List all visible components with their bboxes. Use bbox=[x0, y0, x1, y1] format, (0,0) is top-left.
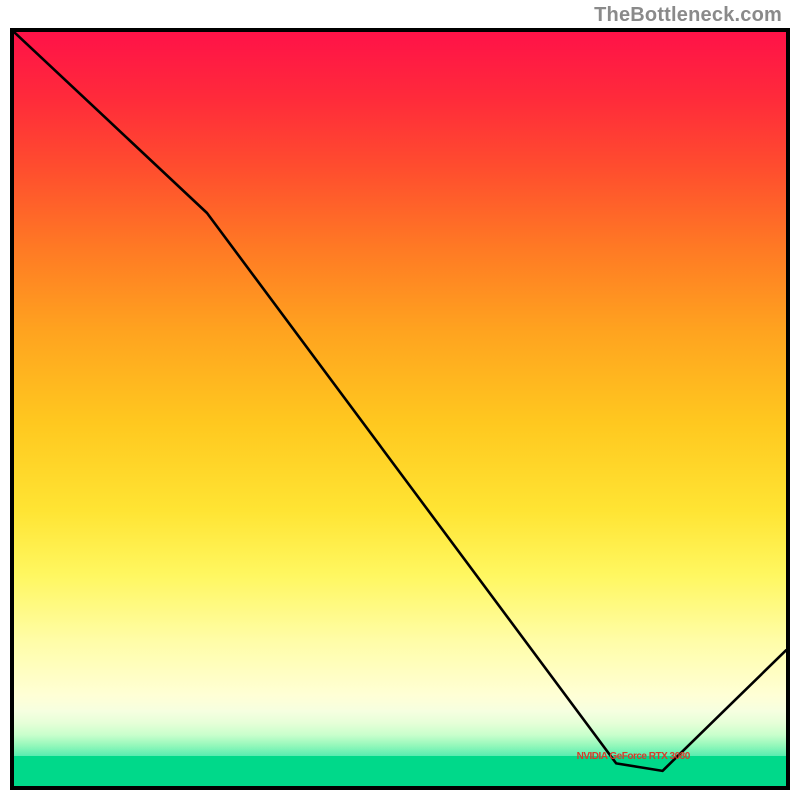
watermark-text: TheBottleneck.com bbox=[594, 4, 782, 27]
gpu-annotation-label: NVIDIA GeForce RTX 3080 bbox=[577, 751, 690, 762]
chart-area: NVIDIA GeForce RTX 3080 bbox=[10, 28, 790, 790]
bottleneck-line bbox=[14, 32, 786, 786]
